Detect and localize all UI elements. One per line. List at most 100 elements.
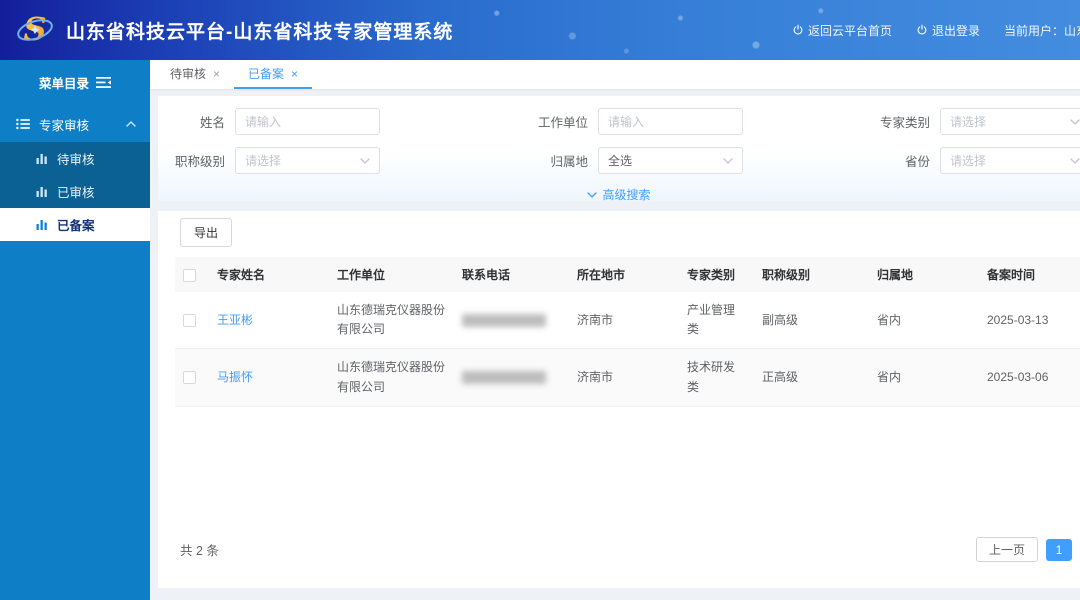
sidebar-item-label: 已备案	[57, 215, 95, 234]
field-title-level: 职称级别 请选择	[158, 147, 480, 174]
pagination: 上一页 1	[976, 537, 1072, 562]
content-area: 待审核 × 已备案 × 姓名 工	[150, 60, 1080, 600]
column-header: 职称级别	[754, 257, 869, 292]
field-label: 省份	[830, 151, 930, 170]
bar-chart-icon	[36, 186, 48, 197]
power-icon	[916, 24, 928, 36]
list-icon	[16, 118, 30, 130]
region-cell: 省内	[869, 292, 979, 349]
tab-label: 已备案	[248, 65, 284, 82]
title-level-cell: 正高级	[754, 349, 869, 406]
chevron-down-icon	[587, 192, 597, 198]
logout-label: 退出登录	[932, 22, 980, 39]
region-cell: 省内	[869, 349, 979, 406]
field-name: 姓名	[158, 108, 480, 135]
app-window: S 山东省科技云平台-山东省科技专家管理系统 返回云平台首页	[0, 0, 1080, 600]
field-expert-category: 专家类别 请选择	[830, 108, 1080, 135]
table-row: 王亚彬 山东德瑞克仪器股份有限公司 济南市 产业管理类 副高级 省内 2025-…	[175, 292, 1080, 349]
province-select[interactable]: 请选择	[940, 147, 1080, 174]
advanced-search-label: 高级搜索	[602, 186, 650, 201]
sidebar-item-label: 已审核	[57, 182, 95, 201]
sidebar-submenu: 待审核 已审核	[0, 142, 150, 241]
bar-chart-icon	[36, 153, 48, 164]
close-icon[interactable]: ×	[291, 67, 298, 81]
chevron-up-icon	[126, 121, 136, 127]
category-cell: 技术研发类	[679, 349, 754, 406]
column-header: 所在地市	[569, 257, 679, 292]
row-checkbox[interactable]	[183, 371, 196, 384]
experts-table: 专家姓名 工作单位 联系电话 所在地市 专家类别 职称级别 归属地 备案时间	[175, 257, 1080, 407]
region-select[interactable]: 全选	[598, 147, 743, 174]
work-unit-input[interactable]	[598, 108, 743, 135]
field-label: 姓名	[158, 112, 225, 131]
sidebar-item-pending-audit[interactable]: 待审核	[0, 142, 150, 175]
title-level-cell: 副高级	[754, 292, 869, 349]
chevron-down-icon	[1070, 158, 1080, 164]
field-work-unit: 工作单位	[480, 108, 830, 135]
column-header: 专家类别	[679, 257, 754, 292]
app-header: S 山东省科技云平台-山东省科技专家管理系统 返回云平台首页	[0, 0, 1080, 60]
select-placeholder: 请选择	[245, 152, 281, 169]
column-header: 专家姓名	[209, 257, 329, 292]
search-form-row-1: 姓名 工作单位 专家类别 请选择	[158, 108, 1080, 135]
collapse-menu-icon	[96, 76, 111, 89]
select-value: 全选	[608, 152, 632, 169]
company-cell: 山东德瑞克仪器股份有限公司	[329, 292, 454, 349]
search-panel: 姓名 工作单位 专家类别 请选择	[158, 96, 1080, 201]
header-links: 返回云平台首页 退出登录 当前用户：山东	[792, 22, 1080, 39]
close-icon[interactable]: ×	[213, 67, 220, 81]
title-level-select[interactable]: 请选择	[235, 147, 380, 174]
logout-link[interactable]: 退出登录	[916, 22, 980, 39]
expert-category-select[interactable]: 请选择	[940, 108, 1080, 135]
column-header: 工作单位	[329, 257, 454, 292]
tabbar: 待审核 × 已备案 ×	[150, 60, 1080, 89]
current-user-label: 当前用户：山东	[1004, 22, 1080, 39]
sidebar-group-label: 专家审核	[39, 115, 117, 134]
field-region: 归属地 全选	[480, 147, 830, 174]
row-checkbox[interactable]	[183, 314, 196, 327]
table-header-row: 专家姓名 工作单位 联系电话 所在地市 专家类别 职称级别 归属地 备案时间	[175, 257, 1080, 292]
column-header: 联系电话	[454, 257, 569, 292]
select-placeholder: 请选择	[950, 152, 986, 169]
phone-redacted	[462, 314, 546, 327]
category-cell: 产业管理类	[679, 292, 754, 349]
sidebar-item-recorded[interactable]: 已备案	[0, 208, 150, 241]
column-header: 备案时间	[979, 257, 1080, 292]
name-input[interactable]	[235, 108, 380, 135]
total-count-label: 共 2 条	[180, 540, 219, 559]
main-area: 菜单目录 专家	[0, 60, 1080, 600]
field-province: 省份 请选择	[830, 147, 1080, 174]
expert-name-link[interactable]: 马振怀	[217, 370, 253, 384]
city-cell: 济南市	[569, 349, 679, 406]
prev-page-button[interactable]: 上一页	[976, 537, 1038, 562]
return-portal-link[interactable]: 返回云平台首页	[792, 22, 892, 39]
tab-label: 待审核	[170, 65, 206, 82]
chevron-down-icon	[1070, 119, 1080, 125]
page-title: 山东省科技云平台-山东省科技专家管理系统	[66, 17, 453, 44]
brand: S 山东省科技云平台-山东省科技专家管理系统	[0, 11, 453, 49]
phone-redacted	[462, 371, 546, 384]
menu-directory-toggle[interactable]: 菜单目录	[0, 60, 150, 104]
table-row: 马振怀 山东德瑞克仪器股份有限公司 济南市 技术研发类 正高级 省内 2025-…	[175, 349, 1080, 406]
field-label: 职称级别	[158, 151, 225, 170]
record-date-cell: 2025-03-13	[979, 292, 1080, 349]
chevron-down-icon	[360, 158, 370, 164]
tab-pending-audit[interactable]: 待审核 ×	[156, 60, 234, 89]
tab-recorded[interactable]: 已备案 ×	[234, 60, 312, 89]
expert-name-link[interactable]: 王亚彬	[217, 313, 253, 327]
return-portal-label: 返回云平台首页	[808, 22, 892, 39]
table-panel: 导出 专家姓名 工作单位 联系电话	[158, 211, 1080, 588]
sidebar: 菜单目录 专家	[0, 60, 150, 600]
advanced-search-link[interactable]: 高级搜索	[158, 186, 1080, 201]
search-form-row-2: 职称级别 请选择 归属地 全选	[158, 147, 1080, 174]
page-number-button[interactable]: 1	[1046, 539, 1072, 561]
field-label: 工作单位	[480, 112, 588, 131]
city-cell: 济南市	[569, 292, 679, 349]
sidebar-item-audited[interactable]: 已审核	[0, 175, 150, 208]
bar-chart-icon	[36, 219, 48, 230]
chevron-down-icon	[723, 158, 733, 164]
select-all-checkbox[interactable]	[183, 269, 196, 282]
field-label: 专家类别	[830, 112, 930, 131]
export-button[interactable]: 导出	[180, 218, 232, 247]
sidebar-group-expert-audit[interactable]: 专家审核	[0, 106, 150, 142]
